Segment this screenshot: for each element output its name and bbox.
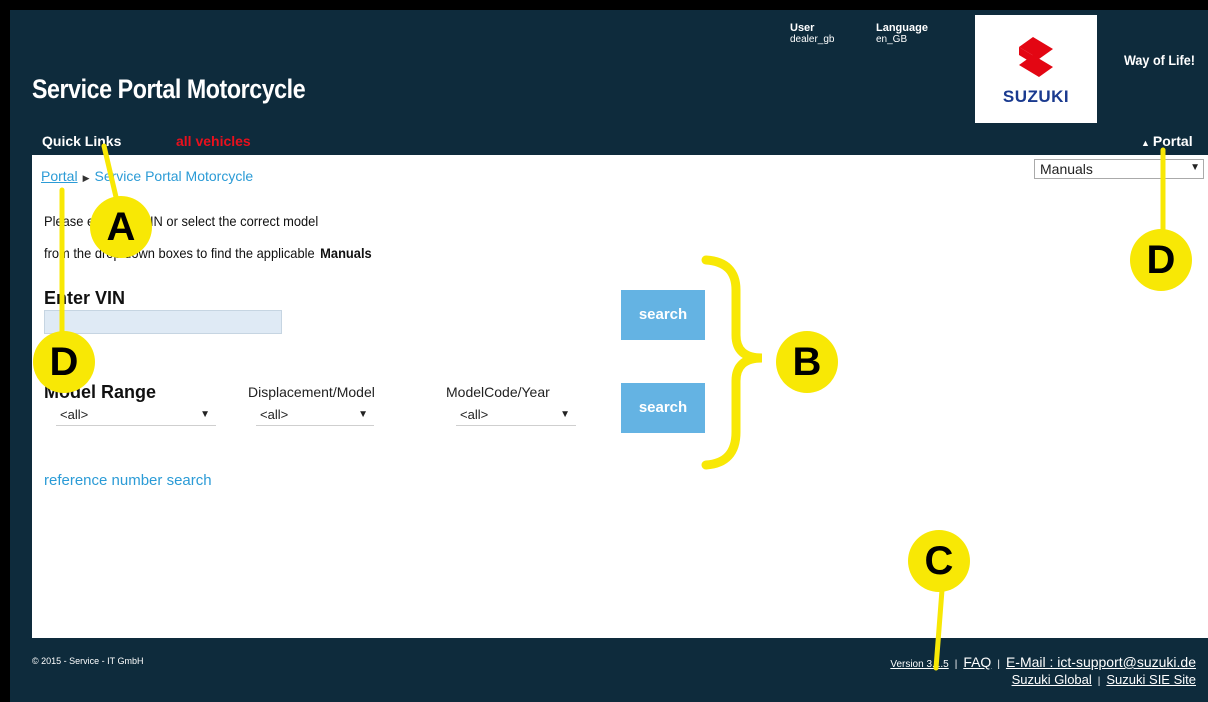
chevron-down-icon: ▼ <box>1190 162 1200 173</box>
chevron-down-icon: ▼ <box>200 409 210 420</box>
chevron-down-icon: ▼ <box>358 409 368 420</box>
displacement-label: Displacement/Model <box>248 384 375 400</box>
modelcode-value: <all> <box>460 407 489 422</box>
page-title: Service Portal Motorcycle <box>32 74 306 104</box>
language-label: Language <box>876 22 928 34</box>
breadcrumb: Portal ▶ Service Portal Motorcycle <box>41 168 253 184</box>
modelcode-label: ModelCode/Year <box>446 384 550 400</box>
vin-input[interactable] <box>44 310 282 334</box>
chevron-right-icon: ▶ <box>82 173 90 183</box>
main-content: Portal ▶ Service Portal Motorcycle Manuals… <box>32 155 1208 638</box>
all-vehicles-link[interactable]: all vehicles <box>176 133 251 149</box>
suzuki-global-link[interactable]: Suzuki Global <box>1012 672 1092 687</box>
chevron-down-icon: ▼ <box>560 409 570 420</box>
divider: | <box>1097 676 1101 687</box>
model-range-value: <all> <box>60 407 89 422</box>
vin-search-button[interactable]: search <box>621 290 705 340</box>
quick-links-link[interactable]: Quick Links <box>42 133 121 149</box>
portal-menu-label: Portal <box>1152 133 1193 149</box>
callout-a-badge: A <box>90 196 152 258</box>
model-range-select[interactable]: <all> ▼ <box>56 406 216 426</box>
manuals-select[interactable]: Manuals ▼ <box>1034 159 1204 179</box>
vin-label: Enter VIN <box>44 288 126 308</box>
triangle-up-icon: ▲ <box>1141 138 1150 148</box>
intro-text-manuals: Manuals <box>320 245 372 261</box>
displacement-value: <all> <box>260 407 289 422</box>
brand-wordmark: SUZUKI <box>1002 87 1070 106</box>
app-frame: Service Portal Motorcycle User dealer_gb… <box>10 10 1208 702</box>
suzuki-s-icon <box>1019 37 1053 77</box>
breadcrumb-current[interactable]: Service Portal Motorcycle <box>95 168 254 184</box>
footer-links: Version 3.1.5 | FAQ | E-Mail : ict-support@s… <box>890 654 1196 687</box>
user-value: dealer_gb <box>790 34 835 45</box>
manuals-select-value: Manuals <box>1040 161 1093 177</box>
callout-b-badge: B <box>776 331 838 393</box>
user-info: User dealer_gb <box>790 22 834 46</box>
language-value: en_GB <box>876 34 908 45</box>
portal-menu-link[interactable]: ▲ Portal <box>1141 133 1193 149</box>
intro-text-line2: from the drop down boxes to find the app… <box>44 245 372 261</box>
copyright: © 2015 - Service - IT GmbH <box>32 656 144 666</box>
callout-c-badge: C <box>908 530 970 592</box>
displacement-select[interactable]: <all> ▼ <box>256 406 374 426</box>
callout-d-left-badge: D <box>33 331 95 393</box>
suzuki-logo: SUZUKI <box>975 15 1097 123</box>
modelcode-select[interactable]: <all> ▼ <box>456 406 576 426</box>
user-label: User <box>790 22 815 34</box>
version-link[interactable]: Version 3.1.5 <box>890 659 948 670</box>
callout-d-right-badge: D <box>1130 229 1192 291</box>
intro-text-line1: Please enter the VIN or select the corre… <box>44 213 319 229</box>
reference-number-search-link[interactable]: reference number search <box>44 472 212 489</box>
divider: | <box>997 659 1000 670</box>
model-search-button[interactable]: search <box>621 383 705 433</box>
divider: | <box>954 659 958 670</box>
tagline: Way of Life! <box>1124 52 1195 68</box>
faq-link[interactable]: FAQ <box>963 654 991 670</box>
email-link[interactable]: E-Mail : ict-support@suzuki.de <box>1006 654 1196 670</box>
language-info: Language en_GB <box>876 22 928 46</box>
suzuki-sie-link[interactable]: Suzuki SIE Site <box>1106 672 1196 687</box>
intro-text-line2-main: from the drop down boxes to find the app… <box>44 245 315 261</box>
breadcrumb-portal-link[interactable]: Portal <box>41 168 78 184</box>
